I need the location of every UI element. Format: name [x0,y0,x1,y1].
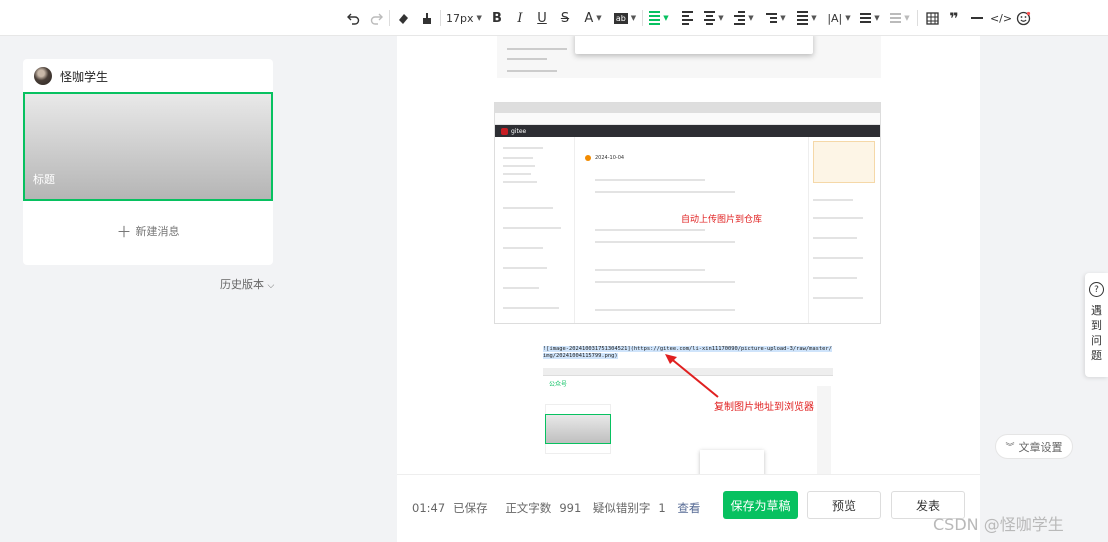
question-icon: ? [1089,282,1104,297]
embedded-screenshot-editor[interactable]: ![image-202410031751304521](https://gite… [543,346,833,474]
browser-tabs [495,103,880,113]
indent-icon[interactable]: ▼ [765,8,787,28]
embedded-screenshot-gitee[interactable]: gitee 2024-10-04 自动上传图片到仓库 [494,102,881,324]
check-typo-link[interactable]: 查看 [677,501,700,515]
author-info: 怪咖学生 [34,67,108,85]
watermark: CSDN @怪咖学生 [933,515,1064,534]
editor-toolbar: 17px ▼ B I U S A ▼ ab ▼ ▼ ▼ ▼ ▼ ▼ |A| ▼ ▼ ▼ … [0,0,1108,36]
history-version-button[interactable]: 历史版本 ⌵ [220,276,274,292]
activity-date: 2024-10-04 [595,155,625,161]
save-status: 01:47 已保存 正文字数 991 疑似错别字 1 查看 [412,500,708,516]
bold-button[interactable]: B [490,8,504,28]
mini-cover [545,414,611,444]
history-label: 历史版本 [220,278,264,291]
new-message-label: 新建消息 [135,225,180,238]
table-icon[interactable] [924,8,940,28]
emoji-icon[interactable] [1014,8,1032,28]
notice-box [813,141,875,183]
align-right-icon[interactable]: ▼ [733,8,755,28]
gitee-logo-icon [501,127,508,135]
save-time: 01:47 [412,501,446,515]
article-settings-label: 文章设置 [1018,440,1063,454]
ordered-list-icon[interactable]: ▼ [889,8,911,28]
redo-icon[interactable] [368,8,384,28]
save-draft-button[interactable]: 保存为草稿 [723,491,798,519]
new-message-button[interactable]: ＋新建消息 [23,221,273,242]
typo-label: 疑似错别字 [592,501,651,515]
gitee-body: 2024-10-04 自动上传图片到仓库 [495,137,880,323]
code-icon[interactable]: </> [990,8,1012,28]
font-size-select[interactable]: 17px ▼ [446,8,482,28]
bottom-bar: 01:47 已保存 正文字数 991 疑似错别字 1 查看 保存为草稿 预览 发表 [397,474,980,542]
save-state: 已保存 [453,501,488,515]
article-settings-button[interactable]: ︾ 文章设置 [995,434,1073,459]
dialog-fragment [575,36,813,54]
typo-count: 1 [658,501,666,515]
clear-format-icon[interactable] [395,8,411,28]
align-justify-icon[interactable]: ▼ [648,8,670,28]
avatar [34,67,52,85]
browser-urlbar [495,113,880,125]
mini-popup [700,450,764,474]
italic-button[interactable]: I [513,8,527,28]
word-count: 991 [559,501,582,515]
annotation-auto-upload: 自动上传图片到仓库 [681,215,763,225]
author-name: 怪咖学生 [60,69,109,84]
embedded-screenshot-1[interactable] [497,36,881,78]
underline-button[interactable]: U [535,8,549,28]
undo-icon[interactable] [345,8,361,28]
align-center-icon[interactable]: ▼ [703,8,725,28]
cover-title: 标题 [33,173,55,186]
word-count-label: 正文字数 [505,501,552,515]
code-prefix: ![image-20241003175 [543,346,605,352]
article-list-card: 怪咖学生 标题 ＋新建消息 [23,59,273,265]
annotation-copy-url: 复制图片地址到浏览器 [714,402,814,413]
font-size-value: 17px [446,11,474,25]
background-color-button[interactable]: ab ▼ [612,8,638,28]
mini-sidebar [817,386,831,474]
gitee-brand: gitee [511,127,527,135]
activity-dot [585,155,591,161]
bullet-list-icon[interactable]: ▼ [859,8,881,28]
red-arrow-icon [665,354,719,398]
chevron-down-icon: ⌵ [267,281,275,291]
gitee-right-panel [808,137,880,323]
article-cover-selected[interactable]: 标题 [23,92,273,201]
plus-icon: ＋ [116,223,132,241]
strikethrough-button[interactable]: S [558,8,572,28]
preview-button[interactable]: 预览 [807,491,881,519]
quote-icon[interactable]: ❞ [946,8,962,28]
format-painter-icon[interactable] [418,8,434,28]
line-height-icon[interactable]: ▼ [796,8,818,28]
help-widget[interactable]: ? 遇到问题 [1085,273,1108,377]
double-chevron-down-icon: ︾ [1005,443,1015,453]
letter-spacing-icon[interactable]: |A| ▼ [826,8,852,28]
align-left-icon[interactable] [680,8,694,28]
wechat-brand: 公众号 [549,381,568,388]
font-color-button[interactable]: A ▼ [581,8,605,28]
divider-icon[interactable] [969,8,985,28]
help-text: 遇到问题 [1091,304,1102,362]
gitee-navbar: gitee [495,125,880,137]
gitee-sidebar [495,137,575,323]
